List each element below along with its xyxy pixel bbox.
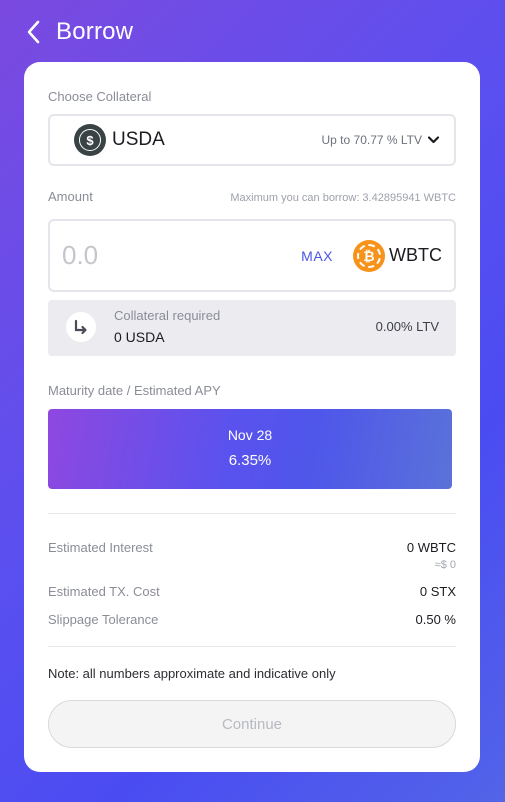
collateral-required-label: Collateral required — [114, 308, 221, 323]
collateral-select[interactable]: $ USDA Up to 70.77 % LTV — [48, 114, 456, 166]
page-title: Borrow — [56, 18, 134, 45]
continue-button[interactable]: Continue — [48, 700, 456, 748]
tx-cost-label: Estimated TX. Cost — [48, 584, 160, 599]
disclaimer-note: Note: all numbers approximate and indica… — [48, 666, 336, 681]
slippage-label: Slippage Tolerance — [48, 612, 159, 627]
collateral-required-panel: Collateral required 0 USDA 0.00% LTV — [48, 300, 456, 356]
amount-label: Amount — [48, 189, 93, 204]
return-arrow-icon — [66, 312, 96, 342]
divider — [48, 513, 456, 514]
chevron-down-icon[interactable] — [428, 134, 440, 146]
estimated-interest-value: 0 WBTC — [406, 540, 456, 555]
slippage-value: 0.50 % — [415, 612, 456, 627]
collateral-asset: USDA — [112, 129, 165, 150]
collateral-label: Choose Collateral — [48, 89, 152, 104]
wbtc-coin-icon: ₿ — [353, 239, 385, 272]
maturity-apy: 6.35% — [228, 452, 272, 469]
max-borrow-info: Maximum you can borrow: 3.42895941 WBTC — [230, 192, 456, 204]
collateral-required-value: 0 USDA — [114, 329, 165, 345]
borrow-asset: WBTC — [389, 245, 442, 265]
estimated-interest-label: Estimated Interest — [48, 540, 153, 555]
back-icon[interactable] — [26, 19, 46, 45]
usda-coin-icon: $ — [74, 124, 106, 156]
estimated-interest-usd: ≈$ 0 — [434, 559, 456, 571]
amount-input[interactable] — [62, 240, 262, 271]
ltv-info-text: Up to 70.77 % LTV — [321, 133, 423, 147]
tx-cost-value: 0 STX — [419, 584, 456, 599]
borrow-card: Choose Collateral $ USDA Up to 70.77 % L… — [24, 62, 480, 772]
maturity-option[interactable]: Nov 28 6.35% — [48, 409, 452, 489]
maturity-date: Nov 28 — [227, 427, 273, 443]
max-button[interactable]: MAX — [301, 248, 333, 264]
collateral-required-ltv: 0.00% LTV — [375, 319, 439, 334]
header: Borrow — [26, 16, 133, 48]
amount-field: MAX ₿ WBTC — [48, 219, 456, 292]
maturity-label: Maturity date / Estimated APY — [48, 383, 221, 398]
ltv-info: Up to 70.77 % LTV — [322, 133, 441, 147]
divider — [48, 646, 456, 647]
